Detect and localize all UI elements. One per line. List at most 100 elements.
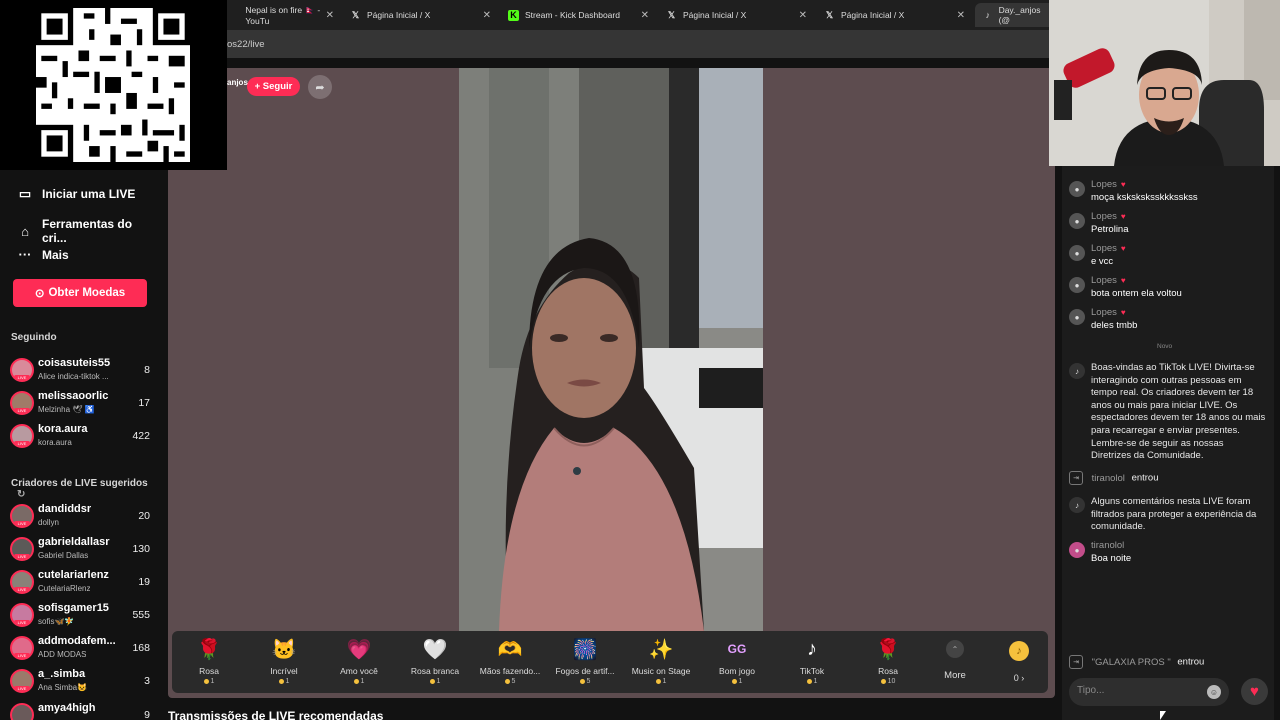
gift-name: Amo você xyxy=(340,666,378,676)
chat-username[interactable]: Lopes xyxy=(1091,243,1117,254)
user-subtitle: Gabriel Dallas xyxy=(38,551,89,560)
url-text[interactable]: os22/live xyxy=(227,39,265,50)
gift-tiktok[interactable]: ♪ TikTok 1 xyxy=(777,635,847,686)
rose-icon: 🌹 xyxy=(875,638,901,661)
close-tab-icon[interactable]: ✕ xyxy=(957,10,965,21)
gift-name: Fogos de artif... xyxy=(555,666,615,676)
user-subtitle: sofis🦋🧚 xyxy=(38,617,75,626)
chat-text: e vcc xyxy=(1091,256,1114,267)
heart-icon: ♥ xyxy=(1120,308,1126,317)
chat-input-wrapper[interactable]: ☺ xyxy=(1069,678,1229,706)
close-tab-icon[interactable]: ✕ xyxy=(641,10,649,21)
suggested-user[interactable]: LIVE amya4high 9 xyxy=(10,701,152,720)
viewer-count: 3 xyxy=(144,675,150,687)
youtube-icon xyxy=(230,10,239,21)
tiktok-icon: ♪ xyxy=(1069,497,1085,513)
browser-tab[interactable]: 𝕏 Página Inicial / X ✕ xyxy=(658,3,813,27)
chat-username[interactable]: Lopes xyxy=(1091,179,1117,190)
tiktok-icon: ♪ xyxy=(1069,363,1085,379)
gift-rosa-branca[interactable]: 🤍 Rosa branca 1 xyxy=(400,635,470,686)
get-coins-label: Obter Moedas xyxy=(48,287,126,299)
suggested-user[interactable]: LIVE a_.simba Ana Simba😺 3 xyxy=(10,667,152,695)
more-gifts-button[interactable]: ⌃ More xyxy=(940,640,970,681)
tab-title: Day._anjos (@ xyxy=(998,5,1041,25)
qr-code xyxy=(36,8,190,162)
gift-incrivel[interactable]: 🐱 Incrível 1 xyxy=(249,635,319,686)
avatar: LIVE xyxy=(10,636,34,660)
user-subtitle: kora.aura xyxy=(38,438,72,447)
chat-username[interactable]: tiranolol xyxy=(1091,540,1124,551)
gift-fogos[interactable]: 🎆 Fogos de artif... 5 xyxy=(550,635,620,686)
chat-username[interactable]: Lopes xyxy=(1091,211,1117,222)
avatar: LIVE xyxy=(10,537,34,561)
screen: Nepal is on fire 🇳🇵 - YouTu ✕ 𝕏 Página I… xyxy=(0,0,1280,720)
browser-tab[interactable]: 𝕏 Página Inicial / X ✕ xyxy=(342,3,497,27)
join-username[interactable]: tiranolol xyxy=(1092,473,1125,484)
emoji-icon[interactable]: ☺ xyxy=(1207,685,1221,699)
x-logo-icon: 𝕏 xyxy=(825,9,834,20)
join-notice: ⇥ "GALAXIA PROS " entrou xyxy=(1069,655,1204,669)
gift-price: 1 xyxy=(174,678,244,685)
nav-label: Mais xyxy=(42,247,69,262)
avatar: LIVE xyxy=(10,703,34,720)
share-icon[interactable]: ➦ xyxy=(308,75,332,99)
gift-price: 1 xyxy=(324,678,394,685)
following-user[interactable]: LIVE melissaoorlic Melzinha 🕊 ♿ 17 xyxy=(10,389,152,417)
coin-outline-icon: ⊙ xyxy=(34,288,45,300)
qr-code-overlay xyxy=(0,0,227,170)
browser-tab-active[interactable]: ♪ Day._anjos (@ xyxy=(975,3,1055,27)
more-label: More xyxy=(944,670,966,681)
webcam-video xyxy=(1049,0,1280,166)
browser-tab[interactable]: Nepal is on fire 🇳🇵 - YouTu ✕ xyxy=(222,3,340,27)
recommended-lives-title: Transmissões de LIVE recomendadas xyxy=(168,709,384,720)
chat-username[interactable]: Lopes xyxy=(1091,275,1117,286)
tiktok-icon: ♪ xyxy=(807,637,817,660)
coin-balance[interactable]: ♪ 0 › xyxy=(1006,641,1032,683)
join-text: entrou xyxy=(1131,472,1159,484)
get-coins-button[interactable]: ⊙ Obter Moedas xyxy=(13,279,147,307)
host-name[interactable]: anjos xyxy=(227,78,248,87)
enter-icon: ⇥ xyxy=(1069,471,1083,485)
chat-input[interactable] xyxy=(1077,685,1197,696)
heart-icon: 💗 xyxy=(346,638,372,661)
nav-creator-tools[interactable]: ⌂ Ferramentas do cri... xyxy=(16,217,160,245)
refresh-icon[interactable]: ↻ xyxy=(17,489,25,500)
join-username[interactable]: "GALAXIA PROS " xyxy=(1092,657,1171,668)
gift-bom-jogo[interactable]: GG Bom jogo 1 xyxy=(702,635,772,685)
stream-video[interactable] xyxy=(459,68,763,631)
user-subtitle: dollyn xyxy=(38,518,59,527)
following-user[interactable]: LIVE kora.aura kora.aura 422 xyxy=(10,422,152,450)
gift-rosa-10[interactable]: 🌹 Rosa 10 xyxy=(853,635,923,686)
gift-name: Mãos fazendo... xyxy=(479,666,541,676)
suggested-user[interactable]: LIVE addmodafem... ADD MODAS 168 xyxy=(10,634,152,662)
close-tab-icon[interactable]: ✕ xyxy=(326,10,334,21)
nav-more[interactable]: ··· Mais xyxy=(16,247,69,262)
suggested-user[interactable]: LIVE dandiddsr dollyn 20 xyxy=(10,502,152,530)
gift-music-on-stage[interactable]: ✨ Music on Stage 1 xyxy=(626,635,696,686)
chat-username[interactable]: Lopes xyxy=(1091,307,1117,318)
gift-rosa[interactable]: 🌹 Rosa 1 xyxy=(174,635,244,686)
suggested-user[interactable]: LIVE sofisgamer15 sofis🦋🧚 555 xyxy=(10,601,152,629)
suggested-user[interactable]: LIVE cutelariarlenz CutelariaRlenz 19 xyxy=(10,568,152,596)
sidebar: ▭ Iniciar uma LIVE ⌂ Ferramentas do cri.… xyxy=(0,170,160,720)
gift-name: Incrível xyxy=(270,666,298,676)
user-name: a_.simba xyxy=(38,668,86,680)
x-logo-icon: 𝕏 xyxy=(351,9,360,20)
close-tab-icon[interactable]: ✕ xyxy=(483,10,491,21)
follow-button[interactable]: + Seguir xyxy=(247,77,300,96)
gift-name: Rosa xyxy=(199,666,219,676)
browser-tab[interactable]: 𝕏 Página Inicial / X ✕ xyxy=(816,3,971,27)
nav-go-live[interactable]: ▭ Iniciar uma LIVE xyxy=(16,186,136,202)
browser-tab[interactable]: K Stream - Kick Dashboard ✕ xyxy=(500,3,655,27)
close-tab-icon[interactable]: ✕ xyxy=(799,10,807,21)
avatar: LIVE xyxy=(10,669,34,693)
gift-price: 1 xyxy=(249,678,319,685)
gift-maos-fazendo[interactable]: 🫶 Mãos fazendo... 5 xyxy=(475,635,545,686)
following-user[interactable]: LIVE coisasuteis55 Alice indica-tiktok .… xyxy=(10,356,152,384)
gift-name: Rosa xyxy=(878,666,898,676)
gift-bar: 🌹 Rosa 1 🐱 Incrível 1 💗 Amo você 1 🤍 Ros… xyxy=(172,631,1048,693)
gift-amo-voce[interactable]: 💗 Amo você 1 xyxy=(324,635,394,686)
like-heart-button[interactable]: ♥ xyxy=(1241,678,1268,705)
system-text: Alguns comentários nesta LIVE foram filt… xyxy=(1091,496,1257,533)
suggested-user[interactable]: LIVE gabrieldallasr Gabriel Dallas 130 xyxy=(10,535,152,563)
